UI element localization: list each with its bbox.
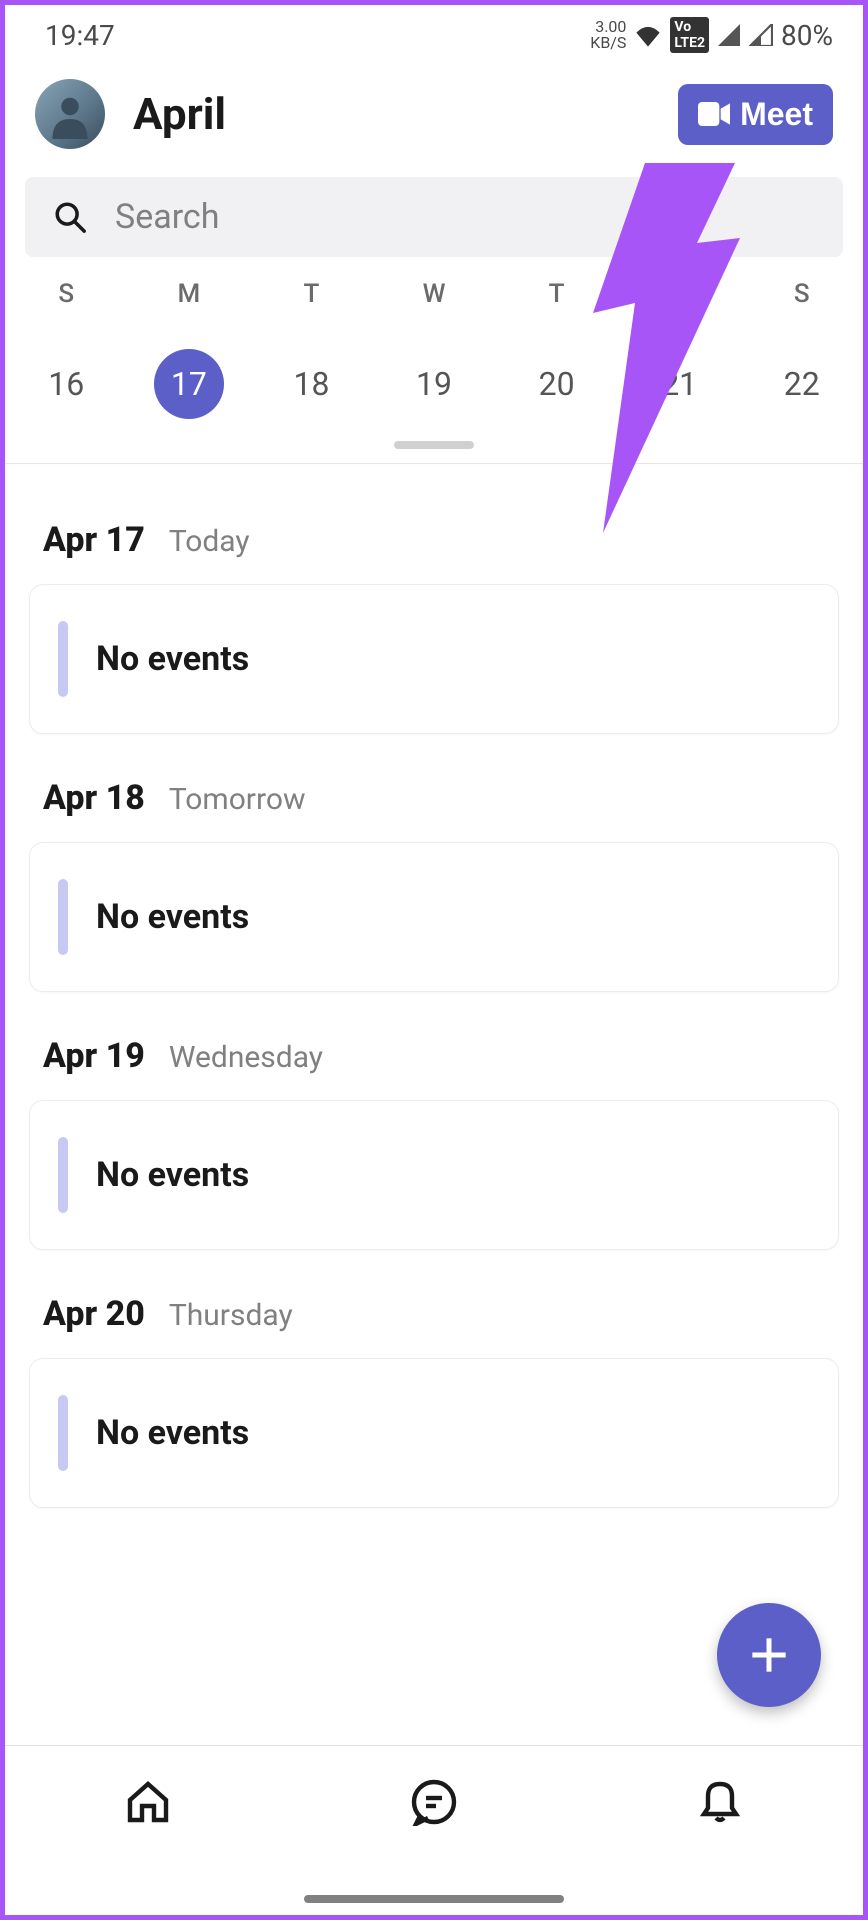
day-col-tue[interactable]: T 18 <box>250 279 373 419</box>
chat-icon <box>410 1778 458 1826</box>
dow-label: F <box>672 279 686 309</box>
video-camera-icon <box>698 101 730 127</box>
day-number: 18 <box>276 349 346 419</box>
agenda-section-header: Apr 18 Tomorrow <box>29 734 839 842</box>
agenda-date: Apr 19 <box>43 1036 145 1076</box>
agenda-label: Tomorrow <box>169 782 306 817</box>
day-number: 22 <box>767 349 837 419</box>
day-col-wed[interactable]: W 19 <box>373 279 496 419</box>
day-col-fri[interactable]: F 21 <box>618 279 741 419</box>
event-card[interactable]: No events <box>29 1100 839 1250</box>
dow-label: T <box>304 279 320 309</box>
data-speed: 3.00 KB/S <box>590 19 626 51</box>
dow-label: S <box>58 279 74 309</box>
plus-icon <box>749 1635 789 1675</box>
nav-home[interactable] <box>120 1774 176 1830</box>
day-number: 19 <box>399 349 469 419</box>
agenda-date: Apr 18 <box>43 778 145 818</box>
event-color-bar <box>58 1395 68 1471</box>
event-card[interactable]: No events <box>29 584 839 734</box>
agenda-label: Today <box>169 524 250 559</box>
nav-notifications[interactable] <box>692 1774 748 1830</box>
agenda-section-header: Apr 17 Today <box>29 476 839 584</box>
meet-button-label: Meet <box>740 96 813 133</box>
agenda-date: Apr 17 <box>43 520 145 560</box>
event-color-bar <box>58 621 68 697</box>
dow-label: T <box>549 279 565 309</box>
day-number: 21 <box>644 349 714 419</box>
wifi-icon <box>634 23 662 47</box>
day-col-thu[interactable]: T 20 <box>495 279 618 419</box>
bottom-nav <box>5 1745 863 1915</box>
day-col-sun[interactable]: S 16 <box>5 279 128 419</box>
dow-label: M <box>177 279 200 309</box>
day-number: 20 <box>522 349 592 419</box>
nav-chat[interactable] <box>406 1774 462 1830</box>
agenda-section-header: Apr 19 Wednesday <box>29 992 839 1100</box>
event-color-bar <box>58 879 68 955</box>
day-col-sat[interactable]: S 22 <box>740 279 863 419</box>
dow-label: S <box>794 279 810 309</box>
status-time: 19:47 <box>45 19 115 52</box>
bell-icon <box>696 1778 744 1826</box>
agenda-label: Wednesday <box>169 1040 323 1075</box>
status-bar: 19:47 3.00 KB/S VoLTE2 80% <box>5 5 863 61</box>
sheet-drag-handle[interactable] <box>394 441 474 449</box>
home-icon <box>124 1778 172 1826</box>
gesture-bar[interactable] <box>304 1895 564 1903</box>
profile-avatar[interactable] <box>35 79 105 149</box>
signal-icon-1 <box>717 24 741 46</box>
event-text: No events <box>96 1155 249 1195</box>
signal-icon-2 <box>749 24 773 46</box>
week-strip: S 16 M 17 T 18 W 19 T 20 F 21 S 22 <box>5 257 863 437</box>
month-title[interactable]: April <box>133 88 226 140</box>
search-bar[interactable]: Search <box>25 177 843 257</box>
event-text: No events <box>96 1413 249 1453</box>
agenda-section-header: Apr 20 Thursday <box>29 1250 839 1358</box>
add-event-fab[interactable] <box>717 1603 821 1707</box>
event-text: No events <box>96 897 249 937</box>
event-card[interactable]: No events <box>29 842 839 992</box>
event-color-bar <box>58 1137 68 1213</box>
status-right: 3.00 KB/S VoLTE2 80% <box>590 17 833 53</box>
agenda-list[interactable]: Apr 17 Today No events Apr 18 Tomorrow N… <box>5 464 863 1508</box>
event-card[interactable]: No events <box>29 1358 839 1508</box>
agenda-date: Apr 20 <box>43 1294 145 1334</box>
agenda-label: Thursday <box>169 1298 293 1333</box>
battery-percent: 80% <box>781 19 833 52</box>
dow-label: W <box>423 279 446 309</box>
event-text: No events <box>96 639 249 679</box>
search-icon <box>53 200 87 234</box>
search-placeholder: Search <box>115 197 219 237</box>
volte-badge: VoLTE2 <box>670 17 709 53</box>
day-number: 16 <box>31 349 101 419</box>
app-header: April Meet <box>5 61 863 167</box>
day-col-mon[interactable]: M 17 <box>128 279 251 419</box>
meet-button[interactable]: Meet <box>678 84 833 145</box>
day-number-selected: 17 <box>154 349 224 419</box>
